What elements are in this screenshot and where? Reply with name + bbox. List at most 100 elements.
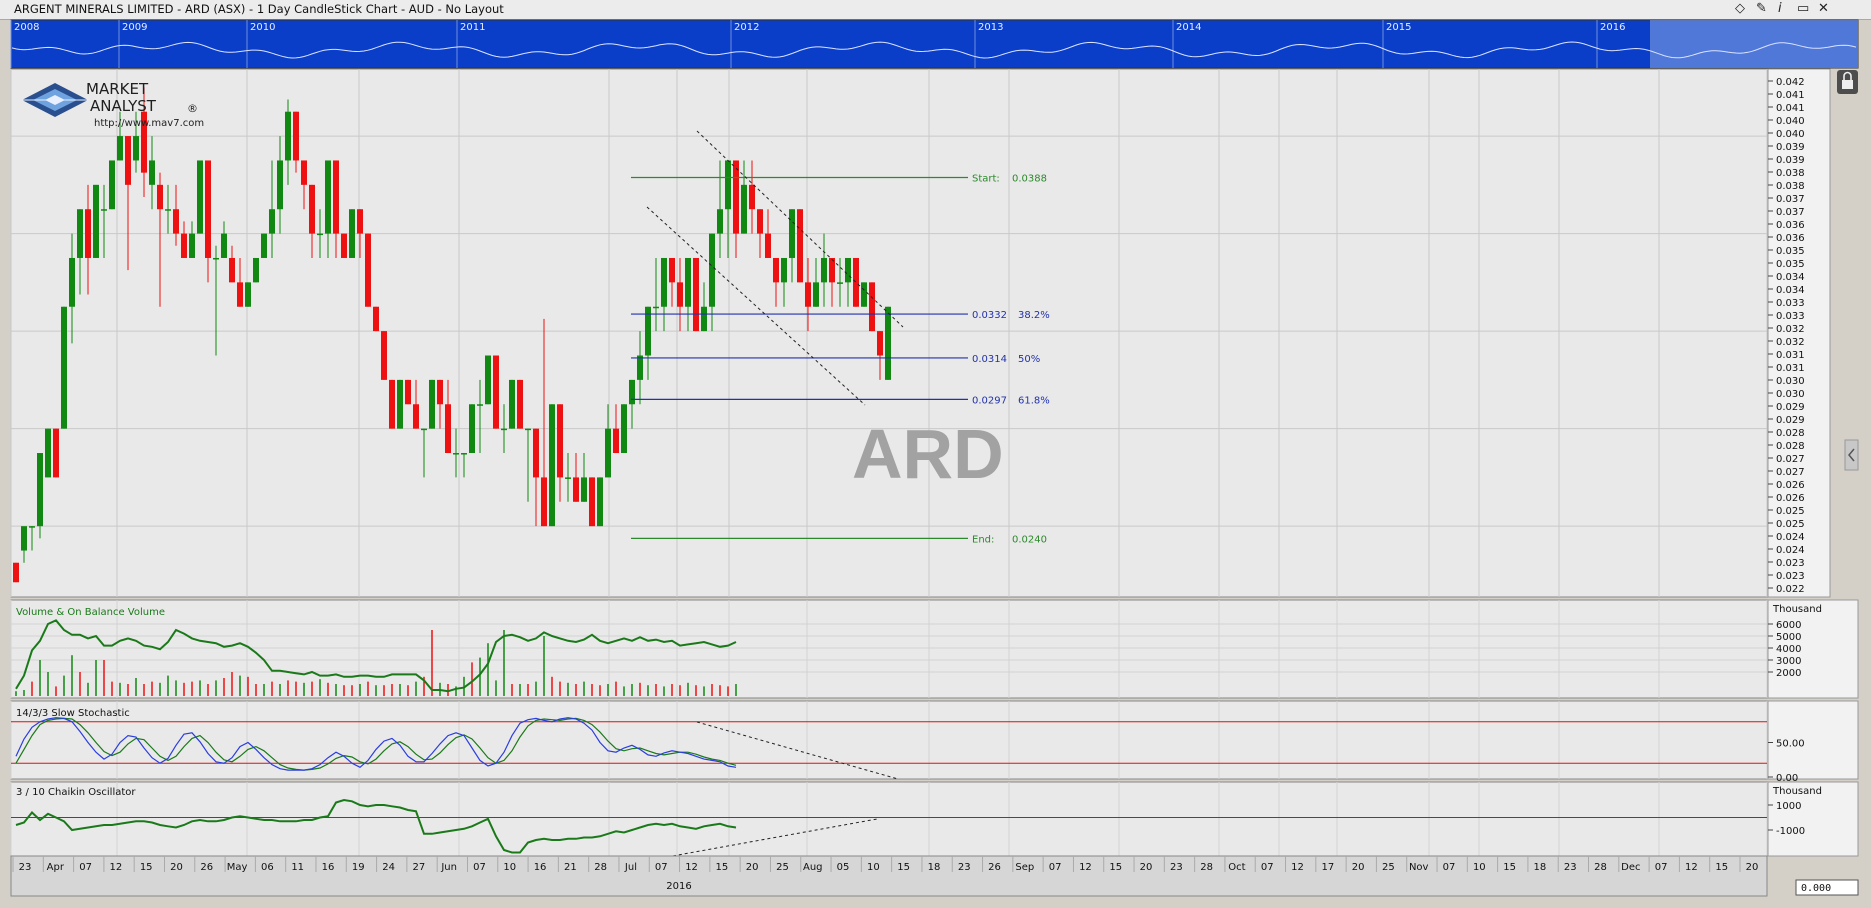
candle-body [325,160,331,234]
price-axis-label: 0.030 [1776,376,1805,387]
candle-body [533,428,539,478]
candle-body [405,379,411,405]
candle-body [717,209,723,234]
candle-body [453,453,459,455]
stochastic-panel-title: 14/3/3 Slow Stochastic [16,708,130,719]
candle-body [133,136,139,161]
candle-body [301,160,307,185]
candle-body [685,257,691,307]
navigator-year-label: 2012 [734,22,759,33]
candle-body [677,282,683,307]
candle-body [605,428,611,478]
chaikin-axis-label: -1000 [1776,826,1805,837]
fib-percent: 61.8% [1018,395,1050,406]
time-axis-label: 12 [1079,862,1092,873]
logo-registered: ® [187,102,198,115]
price-axis-label: 0.027 [1776,454,1805,465]
price-axis-label: 0.025 [1776,506,1805,517]
candle-body [589,477,595,527]
lock-icon[interactable] [1837,70,1858,94]
candle-body [53,428,59,478]
time-axis[interactable]: 23 Apr 07 12 15 20 26 May 06 11 16 19 24 27 Jun 07 10 16 2… [10,855,1768,897]
logo-url: http://www.mav7.com [94,118,204,129]
candle-body [725,160,731,210]
price-axis-label: 0.022 [1776,584,1805,595]
price-axis-label: 0.036 [1776,220,1805,231]
time-axis-label: 15 [715,862,728,873]
time-axis-label: 28 [594,862,607,873]
price-axis-label: 0.031 [1776,363,1805,374]
navigator-year-label: 2009 [122,22,147,33]
price-axis-label: 0.040 [1776,116,1805,127]
candle-body [581,477,587,502]
time-axis-label: 11 [291,862,304,873]
time-axis-label: 18 [1534,862,1547,873]
candle-body [229,257,235,283]
candle-body [37,453,43,527]
candle-body [85,209,91,258]
candle-body [541,477,547,527]
time-axis-year-label: 2016 [666,881,691,892]
time-axis-label: 19 [352,862,365,873]
price-axis-label: 0.030 [1776,389,1805,400]
candle-body [845,257,851,283]
candle-body [181,233,187,258]
candle-body [173,209,179,234]
candle-body [397,379,403,429]
price-axis-label: 0.035 [1776,259,1805,270]
volume-panel[interactable]: Volume & On Balance Volume [10,599,1768,699]
time-axis-label: Nov [1409,862,1429,873]
price-axis-label: 0.026 [1776,480,1805,491]
time-axis-label: 26 [200,862,213,873]
price-axis-label: 0.037 [1776,207,1805,218]
collapse-panel-icon[interactable] [1844,439,1859,471]
time-axis-label: 27 [413,862,426,873]
candle-body [789,209,795,258]
candle-body [877,331,883,356]
candle-body [469,404,475,454]
chaikin-panel[interactable]: 3 / 10 Chaikin Oscillator [10,781,1768,858]
time-axis-label: 15 [1503,862,1516,873]
stochastic-panel[interactable]: 14/3/3 Slow Stochastic [10,700,1768,780]
time-axis-label: 12 [685,862,698,873]
time-axis-label: 07 [655,862,668,873]
time-axis-label: 07 [1049,862,1062,873]
time-axis-label: Aug [803,862,823,873]
fib-value: 0.0388 [1012,174,1047,185]
candle-body [821,257,827,283]
candle-body [317,233,323,236]
candle-body [557,404,563,478]
time-axis-label: 07 [1261,862,1274,873]
time-axis-label: 24 [382,862,395,873]
price-panel[interactable]: Start: 0.0388 0.0332 38.2% 0.0314 50% 0.0297 61… [10,68,1768,598]
navigator[interactable]: 2008 2009 2010 2011 2012 2013 2014 2015 2016 [10,19,1859,69]
time-axis-label: 15 [140,862,153,873]
candle-body [61,306,67,429]
navigator-year-label: 2014 [1176,22,1201,33]
price-axis-label: 0.041 [1776,90,1805,101]
candle-body [653,306,659,309]
candle-body [741,184,747,234]
price-axis-label: 0.039 [1776,142,1805,153]
candle-body [485,355,491,405]
time-axis-label: Dec [1621,862,1640,873]
navigator-window-handle[interactable] [1650,20,1858,68]
candle-body [701,306,707,332]
candle-body [477,404,483,406]
candle-body [613,428,619,454]
candle-body [269,209,275,234]
price-axis-label: 0.032 [1776,337,1805,348]
time-axis-label: 16 [534,862,547,873]
time-axis-label: 12 [1685,862,1698,873]
candle-body [493,355,499,429]
candle-body [341,233,347,258]
time-axis-label: 23 [958,862,971,873]
price-axis-label: 0.031 [1776,350,1805,361]
cursor-value-box[interactable]: 0.000 [1795,879,1859,896]
chart-canvas: 2008 2009 2010 2011 2012 2013 2014 2015 2016 Sta… [10,19,1859,897]
logo-line1: MARKET [86,80,149,98]
candle-body [861,282,867,307]
navigator-year-label: 2008 [14,22,39,33]
candle-body [693,257,699,332]
time-axis-label: 23 [1564,862,1577,873]
